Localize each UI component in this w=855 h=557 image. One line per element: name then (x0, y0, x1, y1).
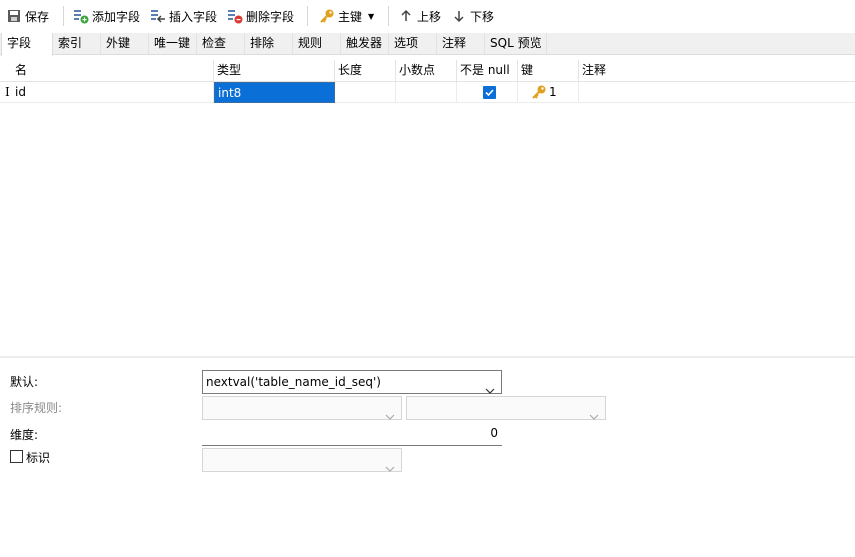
dimension-label: 维度: (10, 428, 39, 442)
table-row[interactable]: I id int8 1 (0, 82, 855, 103)
delete-field-label: 删除字段 (246, 9, 295, 24)
insert-field-icon (150, 8, 166, 24)
collation-label: 排序规则: (10, 401, 63, 415)
tab-indexes[interactable]: 索引 (53, 33, 101, 55)
key-icon (319, 8, 335, 24)
dimension-input[interactable]: 0 (202, 422, 502, 446)
tab-checks[interactable]: 检查 (197, 33, 245, 55)
column-header-length[interactable]: 长度 (335, 60, 396, 82)
identity-checkbox[interactable] (10, 450, 23, 463)
delete-field-button[interactable]: 删除字段 (227, 5, 294, 27)
column-header-scale[interactable]: 小数点 (396, 60, 457, 82)
column-header-key[interactable]: 键 (518, 60, 579, 82)
add-field-button[interactable]: 添加字段 (73, 5, 140, 27)
key-icon (531, 84, 547, 106)
toolbar-separator (63, 6, 64, 26)
not-null-checkbox[interactable] (483, 86, 496, 99)
add-field-icon (73, 8, 89, 24)
cell-scale[interactable] (396, 82, 457, 103)
tab-bar: 字段 索引 外键 唯一键 检查 排除 规则 触发器 选项 注释 SQL 预览 (0, 33, 855, 56)
chevron-down-icon (589, 405, 599, 427)
column-header-name[interactable]: 名 (12, 60, 214, 82)
collation-combo (406, 396, 606, 420)
cell-not-null[interactable] (457, 82, 518, 103)
chevron-down-icon (385, 457, 395, 479)
tab-excludes[interactable]: 排除 (245, 33, 293, 55)
cell-type[interactable]: int8 (214, 82, 335, 103)
arrow-up-icon (398, 8, 414, 24)
toolbar-separator (388, 6, 389, 26)
default-value: nextval('table_name_id_seq') (206, 375, 381, 389)
primary-key-button[interactable]: 主键 ▼ (319, 5, 374, 27)
insert-field-label: 插入字段 (169, 9, 218, 24)
row-cursor-indicator: I (5, 85, 10, 99)
cell-name[interactable]: id (12, 82, 214, 103)
tab-options[interactable]: 选项 (389, 33, 437, 55)
move-up-label: 上移 (417, 9, 442, 24)
tab-sql-preview[interactable]: SQL 预览 (485, 33, 547, 55)
tab-foreign-keys[interactable]: 外键 (101, 33, 149, 55)
cell-comment[interactable] (579, 82, 855, 103)
move-up-button[interactable]: 上移 (398, 5, 441, 27)
save-button[interactable]: 保存 (6, 5, 49, 27)
tab-fields[interactable]: 字段 (1, 33, 53, 56)
default-combo[interactable]: nextval('table_name_id_seq') (202, 370, 502, 394)
default-label: 默认: (10, 375, 39, 389)
grid-header: 名 类型 长度 小数点 不是 null 键 注释 (0, 60, 855, 82)
key-order: 1 (549, 85, 557, 99)
move-down-label: 下移 (470, 9, 495, 24)
identity-combo (202, 448, 402, 472)
cell-length[interactable] (335, 82, 396, 103)
delete-field-icon (227, 8, 243, 24)
collation-schema-combo (202, 396, 402, 420)
fields-grid: 名 类型 长度 小数点 不是 null 键 注释 I id int8 1 (0, 56, 855, 356)
field-properties-panel: 默认: nextval('table_name_id_seq') 排序规则: 维… (0, 358, 855, 557)
column-header-type[interactable]: 类型 (214, 60, 335, 82)
toolbar-separator (307, 6, 308, 26)
chevron-down-icon[interactable]: ▼ (368, 12, 374, 21)
tab-triggers[interactable]: 触发器 (341, 33, 389, 55)
toolbar: 保存 添加字段 插入字段 删除字段 主键 ▼ 上移 下移 (0, 0, 855, 33)
primary-key-label: 主键 (338, 9, 363, 24)
column-header-comment[interactable]: 注释 (579, 60, 855, 82)
insert-field-button[interactable]: 插入字段 (150, 5, 217, 27)
arrow-down-icon (451, 8, 467, 24)
column-header-not-null[interactable]: 不是 null (457, 60, 518, 82)
tab-unique-keys[interactable]: 唯一键 (149, 33, 197, 55)
add-field-label: 添加字段 (92, 9, 141, 24)
tab-comment[interactable]: 注释 (437, 33, 485, 55)
tab-rules[interactable]: 规则 (293, 33, 341, 55)
identity-label: 标识 (26, 451, 51, 465)
save-icon (6, 8, 22, 24)
save-label: 保存 (25, 9, 50, 24)
move-down-button[interactable]: 下移 (451, 5, 494, 27)
cell-key[interactable]: 1 (518, 82, 579, 103)
